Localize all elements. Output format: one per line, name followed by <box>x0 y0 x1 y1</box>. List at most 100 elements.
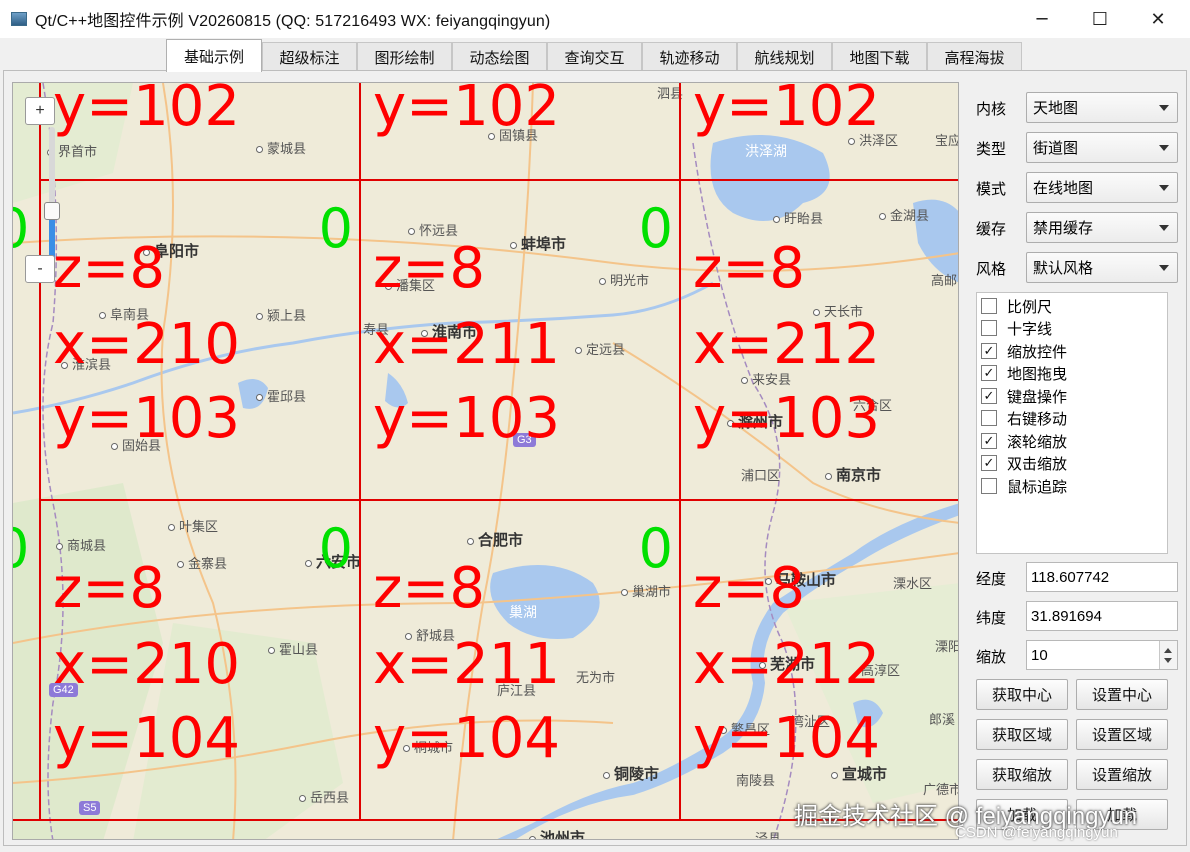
tile-zero-label: 0 <box>318 197 353 260</box>
tab-track[interactable]: 轨迹移动 <box>642 42 737 71</box>
option-wheel-zoom[interactable]: ✓ 滚轮缩放 <box>981 430 1067 452</box>
lng-input[interactable]: 118.607742 <box>1026 562 1178 592</box>
tile-z-label: z=8 <box>53 236 165 301</box>
tab-dynamic-draw[interactable]: 动态绘图 <box>452 42 547 71</box>
map-tile: 0 z=8 x=210 y=103 <box>39 179 359 499</box>
options-list: 比例尺 十字线 ✓ 缩放控件 ✓ 地图拖曳 ✓ 键盘操作 右键移动 ✓ 滚轮缩放 ✓ 双击… <box>976 292 1168 554</box>
tile-y-label: y=102 <box>373 82 560 139</box>
zoom-row: 缩放 10 <box>976 640 1178 672</box>
zoom-spinbox[interactable]: 10 <box>1026 640 1178 670</box>
zoom-in-button[interactable]: + <box>25 97 55 125</box>
style-select[interactable]: 默认风格 <box>1026 252 1178 283</box>
map-view[interactable]: 界首市 蒙城县 固镇县 洪泽湖 洪泽区 宝应 泗县 怀远县 蚌埠市 盱眙县 金湖… <box>12 82 959 840</box>
tab-route[interactable]: 航线规划 <box>737 42 832 71</box>
tile-zero-label: 0 <box>318 517 353 580</box>
checkbox[interactable]: ✓ <box>981 388 997 404</box>
tab-query[interactable]: 查询交互 <box>547 42 642 71</box>
minimize-button[interactable]: ─ <box>1013 0 1071 38</box>
set-zoom-button[interactable]: 设置缩放 <box>1076 759 1168 790</box>
map-tile: y=102 <box>679 82 958 179</box>
checkbox[interactable]: ✓ <box>981 455 997 471</box>
style-row: 风格 默认风格 <box>976 252 1178 284</box>
option-right-drag[interactable]: 右键移动 <box>981 407 1067 429</box>
map-tile: 0 z=8 x=211 y=104 <box>359 499 679 819</box>
tab-shape-draw[interactable]: 图形绘制 <box>357 42 452 71</box>
tile-zero-label: 0 <box>638 197 673 260</box>
watermark-sub: CSDN @feiyangqingyun <box>955 824 1118 841</box>
type-label: 类型 <box>976 140 1007 158</box>
tile-y-label: y=103 <box>53 386 240 451</box>
option-keyboard[interactable]: ✓ 键盘操作 <box>981 385 1067 407</box>
kernel-select[interactable]: 天地图 <box>1026 92 1178 123</box>
cache-select[interactable]: 禁用缓存 <box>1026 212 1178 243</box>
chevron-down-icon <box>1159 145 1169 151</box>
checkbox[interactable]: ✓ <box>981 343 997 359</box>
chevron-down-icon <box>1159 185 1169 191</box>
chevron-down-icon <box>1159 265 1169 271</box>
tile-y-label: y=104 <box>693 706 880 771</box>
get-zoom-button[interactable]: 获取缩放 <box>976 759 1068 790</box>
option-zoom-control[interactable]: ✓ 缩放控件 <box>981 340 1067 362</box>
type-row: 类型 街道图 <box>976 132 1178 164</box>
zoom-out-button[interactable]: - <box>25 255 55 283</box>
tile-y-label: y=103 <box>693 386 880 451</box>
map-tile: z=8 x=212 y=104 <box>679 499 958 819</box>
chevron-down-icon <box>1159 105 1169 111</box>
set-area-button[interactable]: 设置区域 <box>1076 719 1168 750</box>
kernel-row: 内核 天地图 <box>976 92 1178 124</box>
lat-input[interactable]: 31.891694 <box>1026 601 1178 631</box>
cache-row: 缓存 禁用缓存 <box>976 212 1178 244</box>
chevron-down-icon <box>1159 225 1169 231</box>
checkbox[interactable] <box>981 410 997 426</box>
lat-row: 纬度 31.891694 <box>976 601 1178 633</box>
lng-row: 经度 118.607742 <box>976 562 1178 594</box>
tile-z-label: z=8 <box>693 236 805 301</box>
cache-value: 禁用缓存 <box>1033 220 1094 237</box>
close-button[interactable]: ✕ <box>1129 0 1187 38</box>
mode-select[interactable]: 在线地图 <box>1026 172 1178 203</box>
checkbox[interactable] <box>981 298 997 314</box>
tab-bar: 基础示例 超级标注 图形绘制 动态绘图 查询交互 轨迹移动 航线规划 地图下载 … <box>0 38 1190 72</box>
tile-y-label: y=102 <box>693 82 880 139</box>
tile-x-label: x=212 <box>693 632 880 697</box>
get-center-button[interactable]: 获取中心 <box>976 679 1068 710</box>
set-center-button[interactable]: 设置中心 <box>1076 679 1168 710</box>
spin-buttons[interactable] <box>1159 641 1177 669</box>
tab-super-marker[interactable]: 超级标注 <box>262 42 357 71</box>
map-tile: z=8 x=212 y=103 <box>679 179 958 499</box>
map-tile: y=102 <box>359 82 679 179</box>
spin-down-icon[interactable] <box>1164 658 1172 663</box>
style-label: 风格 <box>976 260 1007 278</box>
map-tile: 0 z=8 x=210 y=104 <box>39 499 359 819</box>
tile-y-label: y=104 <box>373 706 560 771</box>
kernel-label: 内核 <box>976 100 1007 118</box>
checkbox[interactable] <box>981 320 997 336</box>
tile-x-label: x=211 <box>373 312 560 377</box>
tab-elevation[interactable]: 高程海拔 <box>927 42 1022 71</box>
tab-basic[interactable]: 基础示例 <box>166 39 262 72</box>
tile-z-label: z=8 <box>373 556 485 621</box>
option-mouse-track[interactable]: 鼠标追踪 <box>981 475 1067 497</box>
mode-row: 模式 在线地图 <box>976 172 1178 204</box>
kernel-value: 天地图 <box>1033 100 1079 117</box>
tile-x-label: x=211 <box>373 632 560 697</box>
zoom-control: + - <box>25 97 61 287</box>
tile-zero-label: 0 <box>638 517 673 580</box>
get-area-button[interactable]: 获取区域 <box>976 719 1068 750</box>
tab-download[interactable]: 地图下载 <box>832 42 927 71</box>
spin-up-icon[interactable] <box>1164 648 1172 653</box>
type-select[interactable]: 街道图 <box>1026 132 1178 163</box>
tile-zero-label: 0 <box>13 521 29 577</box>
maximize-button[interactable]: ☐ <box>1071 0 1129 38</box>
checkbox[interactable]: ✓ <box>981 365 997 381</box>
zoom-slider-track[interactable] <box>49 127 55 271</box>
option-crosshair[interactable]: 十字线 <box>981 317 1052 339</box>
type-value: 街道图 <box>1033 140 1079 157</box>
option-dblclick-zoom[interactable]: ✓ 双击缩放 <box>981 452 1067 474</box>
zoom-slider-thumb[interactable] <box>44 201 60 220</box>
checkbox[interactable] <box>981 478 997 494</box>
tile-x-label: x=212 <box>693 312 880 377</box>
checkbox[interactable]: ✓ <box>981 433 997 449</box>
option-scale-bar[interactable]: 比例尺 <box>981 295 1052 317</box>
option-map-drag[interactable]: ✓ 地图拖曳 <box>981 362 1067 384</box>
